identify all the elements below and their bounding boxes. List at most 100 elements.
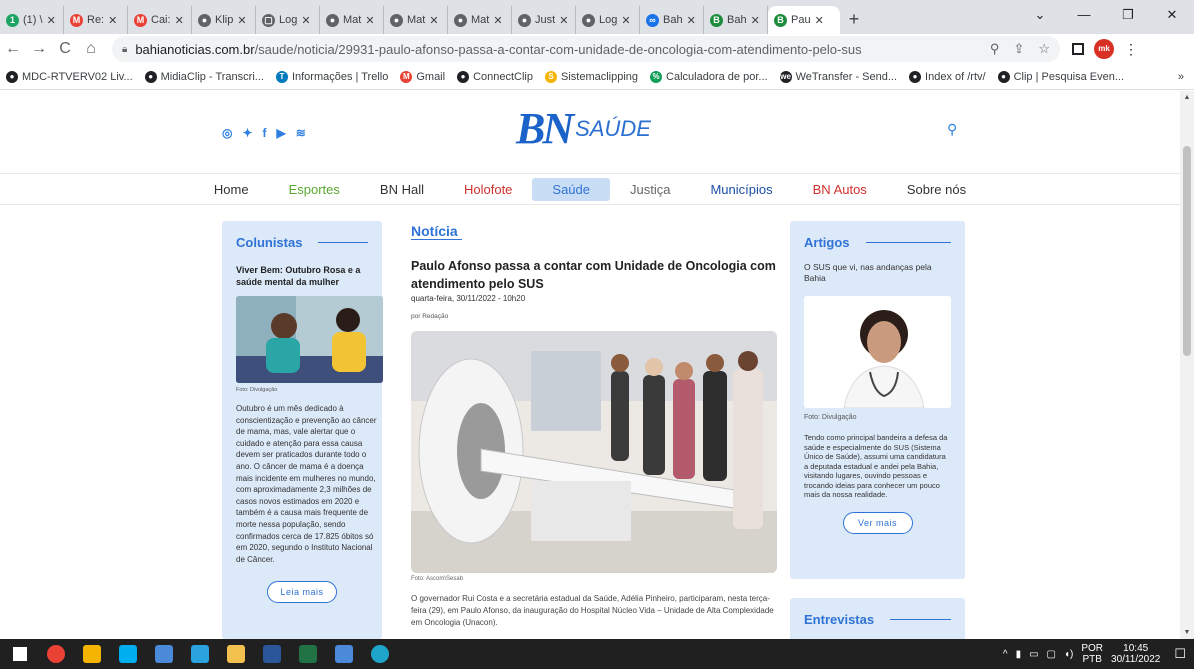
bookmark-item[interactable]: S Sistemaclipping	[545, 70, 638, 83]
tray-security-icon[interactable]: ▮	[1016, 649, 1022, 660]
scroll-down-icon[interactable]: ▼	[1180, 629, 1194, 636]
menu-item[interactable]: Justiça	[610, 178, 690, 201]
artigos-article-title[interactable]: O SUS que vi, nas andanças pela Bahia	[804, 262, 951, 284]
browser-tab[interactable]: ● Mat ✕	[384, 6, 448, 34]
tab-search-icon[interactable]: ⌄	[1018, 0, 1062, 30]
menu-item[interactable]: BN Hall	[360, 178, 444, 201]
browser-tab[interactable]: ● Mat ✕	[448, 6, 512, 34]
menu-item[interactable]: Esportes	[269, 178, 360, 201]
bookmark-item[interactable]: M Gmail	[400, 70, 445, 83]
browser-tab[interactable]: ● Klip ✕	[192, 6, 256, 34]
bookmark-item[interactable]: % Calculadora de por...	[650, 70, 768, 83]
skype-icon[interactable]	[110, 639, 146, 669]
twitter-icon[interactable]: ✦	[242, 126, 252, 140]
bookmark-item[interactable]: T Informações | Trello	[275, 70, 388, 83]
browser-tab[interactable]: ● Mat ✕	[320, 6, 384, 34]
close-window-button[interactable]: ✕	[1150, 0, 1194, 30]
colunistas-article-title[interactable]: Viver Bem: Outubro Rosa e a saúde mental…	[236, 264, 368, 288]
excel-icon[interactable]	[290, 639, 326, 669]
back-button[interactable]: ←	[0, 40, 26, 58]
tab-close-icon[interactable]: ✕	[751, 14, 760, 27]
tab-close-icon[interactable]: ✕	[687, 14, 696, 27]
tab-close-icon[interactable]: ✕	[559, 14, 568, 27]
bookmark-item[interactable]: ● MidiaClip - Transcri...	[144, 70, 264, 83]
browser-tab[interactable]: B Bah ✕	[704, 6, 768, 34]
tab-close-icon[interactable]: ✕	[429, 14, 438, 27]
tab-close-icon[interactable]: ✕	[175, 14, 184, 27]
facebook-icon[interactable]: f	[263, 126, 267, 140]
browser-tab[interactable]: M Cai: ✕	[128, 6, 192, 34]
tab-close-icon[interactable]: ✕	[493, 14, 502, 27]
volume-icon[interactable]: ◖)	[1064, 649, 1073, 660]
menu-item[interactable]: Municípios	[690, 178, 792, 201]
clock[interactable]: 10:45 30/11/2022	[1111, 643, 1160, 665]
menu-item[interactable]: BN Autos	[793, 178, 887, 201]
browser-tab[interactable]: ▢ Log ✕	[256, 6, 320, 34]
bookmarks-more-button[interactable]: »	[1178, 71, 1194, 83]
menu-item[interactable]: Sobre nós	[887, 178, 986, 201]
news-tag: Notícia	[411, 223, 462, 240]
tab-close-icon[interactable]: ✕	[621, 14, 630, 27]
browser-tab[interactable]: M Re: ✕	[64, 6, 128, 34]
tab-close-icon[interactable]: ✕	[301, 14, 310, 27]
artigos-photo[interactable]	[804, 296, 951, 408]
bookmark-item[interactable]: ● Index of /rtv/	[909, 70, 986, 83]
bookmark-item[interactable]: ● Clip | Pesquisa Even...	[997, 70, 1124, 83]
chrome-menu-icon[interactable]: ⋮	[1124, 41, 1138, 58]
telegram-icon[interactable]	[182, 639, 218, 669]
bookmark-item[interactable]: ● MDC-RTVERV02 Liv...	[6, 70, 133, 83]
search-icon[interactable]: ⚲	[947, 121, 957, 138]
browser-tab[interactable]: ● Log ✕	[576, 6, 640, 34]
bookmark-item[interactable]: we WeTransfer - Send...	[779, 70, 897, 83]
reload-button[interactable]: C	[52, 40, 78, 58]
tab-close-icon[interactable]: ✕	[47, 14, 56, 27]
tab-close-icon[interactable]: ✕	[365, 14, 374, 27]
zoom-icon[interactable]: ⚲	[990, 41, 1000, 57]
browser-tab[interactable]: 1 (1) \ ✕	[0, 6, 64, 34]
app-yellow-icon[interactable]	[74, 639, 110, 669]
scroll-up-icon[interactable]: ▲	[1180, 94, 1194, 101]
language-indicator[interactable]: POR PTB	[1081, 643, 1103, 665]
colunistas-photo[interactable]	[236, 296, 383, 383]
edge-icon[interactable]	[362, 639, 398, 669]
menu-item[interactable]: Home	[194, 178, 269, 201]
youtube-icon[interactable]: ▶	[277, 126, 286, 140]
word-icon[interactable]	[254, 639, 290, 669]
bookmark-item[interactable]: ● ConnectClip	[457, 70, 533, 83]
chrome-icon[interactable]	[38, 639, 74, 669]
tab-close-icon[interactable]: ✕	[108, 14, 117, 27]
ver-mais-button[interactable]: Ver mais	[842, 511, 913, 534]
notifications-icon[interactable]: ☐	[1174, 646, 1186, 662]
bookmark-favicon-icon: ●	[997, 70, 1010, 83]
share-icon[interactable]: ⇪	[1013, 41, 1024, 57]
file-explorer-icon[interactable]	[218, 639, 254, 669]
page-scrollbar[interactable]: ▲ ▼	[1180, 91, 1194, 639]
forward-button[interactable]: →	[26, 40, 52, 58]
menu-item[interactable]: Holofote	[444, 178, 532, 201]
app-blue2-icon[interactable]	[326, 639, 362, 669]
browser-tab[interactable]: ∞ Bah ✕	[640, 6, 704, 34]
leia-mais-button[interactable]: Leia mais	[267, 581, 337, 604]
browser-tab[interactable]: B Pau ✕	[768, 6, 840, 34]
app-blue-icon[interactable]	[146, 639, 182, 669]
url-input[interactable]: 🔒︎ bahianoticias.com.br/saude/noticia/29…	[112, 36, 1060, 62]
tray-display-icon[interactable]: ▢	[1047, 649, 1056, 660]
rss-icon[interactable]: ≋	[296, 126, 306, 140]
instagram-icon[interactable]: ◎	[222, 126, 232, 140]
side-panel-icon[interactable]	[1072, 43, 1084, 55]
tab-close-icon[interactable]: ✕	[815, 14, 824, 27]
restore-button[interactable]: ❐	[1106, 0, 1150, 30]
scrollbar-thumb[interactable]	[1183, 146, 1191, 356]
windows-start-icon[interactable]	[2, 639, 38, 669]
site-logo[interactable]: BN SAÚDE	[516, 103, 651, 154]
tray-chevron-icon[interactable]: ^	[1003, 649, 1008, 660]
new-tab-button[interactable]: +	[840, 6, 868, 34]
browser-tab[interactable]: ● Just ✕	[512, 6, 576, 34]
network-icon[interactable]: ▭	[1029, 649, 1038, 660]
minimize-button[interactable]: —	[1062, 0, 1106, 30]
menu-item[interactable]: Saúde	[532, 177, 610, 201]
extension-icon[interactable]: mk	[1094, 39, 1114, 59]
bookmark-star-icon[interactable]: ☆	[1038, 41, 1050, 57]
tab-close-icon[interactable]: ✕	[237, 14, 246, 27]
home-button[interactable]: ⌂	[78, 40, 104, 58]
